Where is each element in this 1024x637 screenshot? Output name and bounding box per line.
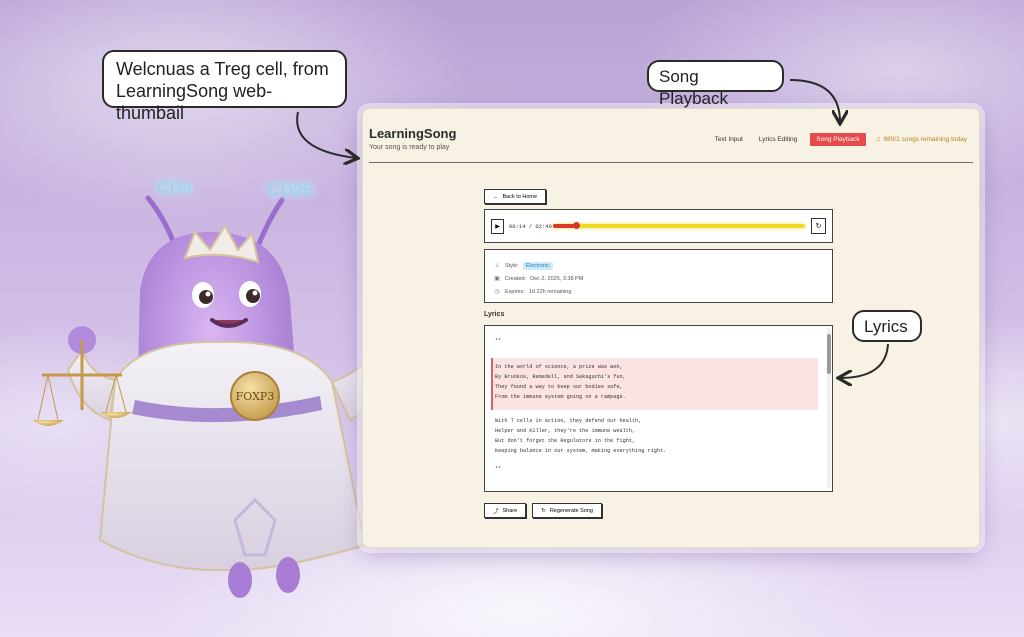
style-row: ♫ Style: Electronic [493, 259, 824, 272]
app-subtitle: Your song is ready to play [369, 144, 450, 151]
cd4-antenna-label: CD4 [157, 178, 193, 197]
loop-icon: ↻ [815, 223, 822, 230]
welcome-callout: Welcnuas a Treg cell, from LearningSong … [102, 50, 347, 123]
lyrics-scrollbar[interactable] [827, 328, 831, 489]
nav-song-playback[interactable]: Song Playback [810, 133, 866, 146]
expires-row: ◷ Expires: 1d 22h remaining [493, 285, 824, 298]
back-to-home-button[interactable]: ← Back to Home [484, 189, 547, 204]
music-note-icon: ♫ [875, 136, 881, 143]
lyrics-line: Keeping balance in our system, making ev… [495, 448, 667, 454]
lyrics-line: But don't forget the Regulators in the f… [495, 438, 636, 444]
app-title: LearningSong [369, 126, 457, 141]
lyrics-line: In the world of science, a prize was won… [495, 364, 623, 370]
welcome-line-2: LearningSong web-thumbail [116, 81, 273, 123]
audio-player: ▶ 00:14 / 02:49 ↻ [484, 209, 833, 243]
song-info-card: ♫ Style: Electronic ▣ Created: Dec 2, 20… [484, 249, 833, 303]
created-row: ▣ Created: Dec 2, 2025, 3:38 PM [493, 272, 824, 285]
created-value: Dec 2, 2025, 3:38 PM [530, 275, 584, 282]
lyrics-line: They found a way to keep our bodies safe… [495, 384, 623, 390]
music-note-icon: ♫ [494, 262, 500, 269]
style-label: Style: [505, 262, 519, 269]
nav-lyrics-editing[interactable]: Lyrics Editing [756, 134, 800, 145]
action-buttons: ⤴ Share ↻ Regenerate Song [484, 503, 602, 518]
refresh-icon: ↻ [541, 507, 546, 514]
lyrics-line: With T cells in action, they defend our … [495, 418, 642, 424]
play-pause-button[interactable]: ▶ [491, 219, 504, 234]
progress-slider[interactable] [553, 222, 805, 229]
progress-knob[interactable] [572, 222, 580, 229]
welcome-line-1: Welcnuas a Treg cell, from [116, 59, 329, 79]
arrow-left-icon: ← [493, 193, 499, 200]
scroll-thumb[interactable] [827, 334, 831, 374]
top-nav: Text Input Lyrics Editing Song Playback … [712, 133, 967, 146]
back-to-home-label: Back to Home [502, 193, 538, 200]
calendar-icon: ▣ [494, 276, 500, 282]
share-button[interactable]: ⤴ Share [484, 503, 527, 518]
expires-label: Expires: [505, 288, 525, 295]
lyrics-line: ** [495, 466, 502, 472]
expires-value: 1d 22h remaining [528, 288, 572, 295]
play-icon: ▶ [495, 224, 500, 230]
cd25-antenna-label: CD25 [268, 180, 314, 199]
loop-button[interactable]: ↻ [811, 218, 826, 234]
regenerate-label: Regenerate Song [549, 507, 593, 514]
playback-time: 00:14 / 02:49 [509, 223, 552, 230]
song-playback-callout: Song Playback [647, 60, 784, 108]
lyrics-callout: Lyrics [852, 310, 922, 342]
lyrics-line: Helper and Killer, they're the immune we… [495, 428, 636, 434]
songs-remaining: ♫ 989/2 songs remaining today [876, 136, 967, 143]
share-label: Share [502, 507, 518, 514]
foxp3-medallion-text: FOXP3 [236, 390, 275, 403]
lyrics-textarea[interactable]: ** In the world of science, a prize was … [484, 325, 833, 492]
lyrics-line: By Brunkos, Ramsdell, and Sakaguchi's fu… [495, 374, 626, 380]
lyrics-line: From the immune system going on a rampag… [495, 394, 626, 400]
songs-remaining-text: 989/2 songs remaining today [883, 136, 967, 143]
share-icon: ⤴ [493, 508, 499, 515]
nav-text-input[interactable]: Text Input [712, 134, 746, 145]
created-label: Created: [505, 275, 527, 282]
lyrics-line: ** [495, 338, 502, 344]
regenerate-song-button[interactable]: ↻ Regenerate Song [532, 503, 602, 518]
style-badge: Electronic [522, 261, 553, 270]
lyrics-heading: Lyrics [484, 311, 505, 318]
clock-icon: ◷ [494, 289, 500, 295]
